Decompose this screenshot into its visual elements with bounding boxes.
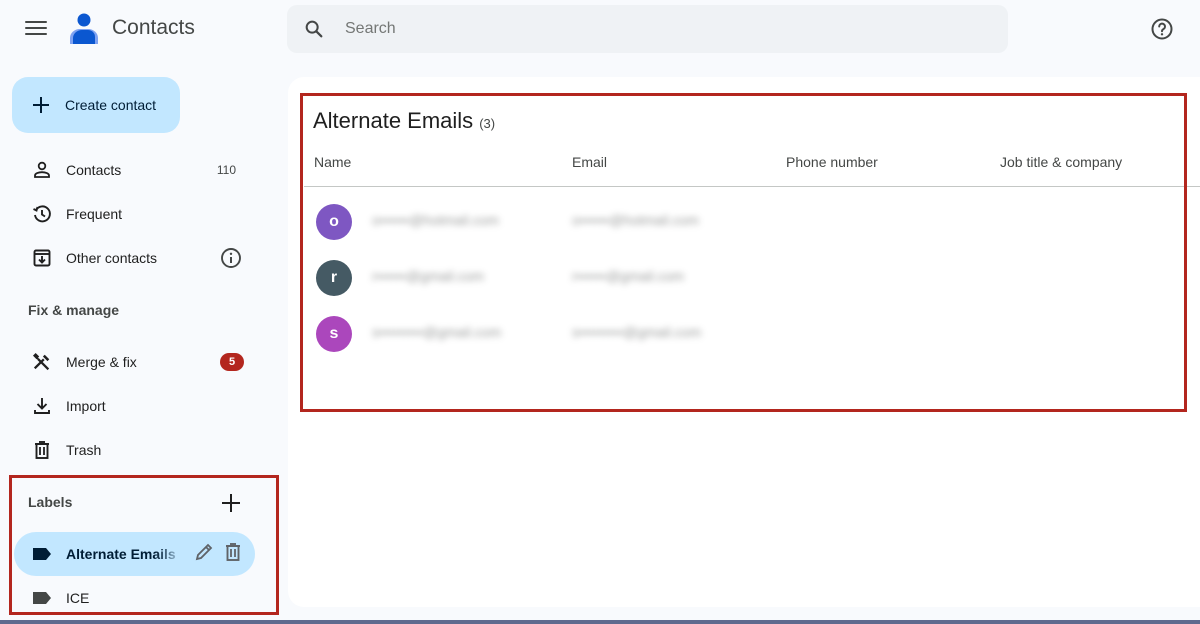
sidebar-item-label: Contacts [66, 162, 122, 178]
help-icon[interactable] [1150, 17, 1174, 41]
label-count: (3) [479, 116, 496, 131]
sidebar-item-label: Merge & fix [66, 354, 137, 370]
column-header-job[interactable]: Job title & company [1000, 154, 1122, 170]
contact-name: r••••••@gmail.com [372, 268, 485, 284]
tools-icon [32, 352, 52, 372]
sidebar-label-alternate-emails[interactable]: Alternate Emails [14, 532, 255, 576]
avatar: o [316, 204, 352, 240]
contact-name: s•••••••••@gmail.com [372, 324, 502, 340]
sidebar-item-label: Frequent [66, 206, 123, 222]
avatar: s [316, 316, 352, 352]
sidebar-label-name: Alternate Emails [66, 546, 178, 562]
main-menu-button[interactable] [22, 17, 50, 41]
history-icon [32, 204, 52, 224]
column-header-phone[interactable]: Phone number [786, 154, 878, 170]
fix-manage-heading: Fix & manage [28, 302, 120, 318]
column-header-email[interactable]: Email [572, 154, 607, 170]
avatar: r [316, 260, 352, 296]
column-header-name[interactable]: Name [314, 154, 351, 170]
search-input[interactable] [345, 5, 985, 53]
sidebar-label-name: ICE [66, 590, 90, 606]
info-icon[interactable] [220, 247, 242, 269]
contact-email: o••••••@hotmail.com [572, 212, 699, 228]
sidebar-item-import[interactable]: Import [12, 386, 256, 426]
sidebar-item-label: Import [66, 398, 106, 414]
header-divider [304, 186, 1200, 187]
create-contact-label: Create contact [65, 97, 157, 113]
person-icon [32, 160, 52, 180]
search-icon[interactable] [303, 18, 325, 40]
edit-label-icon[interactable] [194, 542, 214, 562]
taskbar-edge [0, 620, 1200, 624]
contact-row[interactable]: o o••••••@hotmail.com o••••••@hotmail.co… [304, 194, 1184, 250]
label-icon [32, 544, 52, 564]
sidebar-item-label: Trash [66, 442, 102, 458]
labels-heading: Labels [28, 494, 73, 510]
contact-name: o••••••@hotmail.com [372, 212, 499, 228]
sidebar-item-other-contacts[interactable]: Other contacts [12, 238, 256, 278]
contact-row[interactable]: r r••••••@gmail.com r••••••@gmail.com [304, 250, 1184, 306]
sidebar-item-frequent[interactable]: Frequent [12, 194, 256, 234]
app-title: Contacts [112, 16, 195, 39]
hamburger-line [25, 21, 47, 23]
plus-icon [33, 97, 49, 113]
create-contact-button[interactable]: Create contact [12, 77, 180, 133]
contact-email: s•••••••••@gmail.com [572, 324, 702, 340]
archive-download-icon [32, 248, 52, 268]
page-title: Alternate Emails (3) [313, 108, 495, 134]
hamburger-line [25, 27, 47, 29]
main-content: Alternate Emails (3) Name Email Phone num… [288, 77, 1200, 607]
contacts-logo-icon [68, 12, 100, 46]
contact-email: r••••••@gmail.com [572, 268, 685, 284]
hamburger-line [25, 33, 47, 35]
delete-label-icon[interactable] [223, 542, 243, 562]
top-bar: Contacts [0, 0, 1200, 58]
sidebar-item-merge-fix[interactable]: Merge & fix 5 [12, 342, 256, 382]
search-bar[interactable] [287, 5, 1008, 53]
add-label-icon[interactable] [220, 492, 242, 514]
contact-row[interactable]: s s•••••••••@gmail.com s•••••••••@gmail.… [304, 306, 1184, 362]
merge-fix-badge: 5 [220, 353, 244, 371]
sidebar-item-trash[interactable]: Trash [12, 430, 256, 470]
sidebar-item-contacts[interactable]: Contacts 110 [12, 150, 256, 190]
label-title: Alternate Emails [313, 108, 474, 133]
label-icon [32, 588, 52, 608]
contacts-count: 110 [216, 163, 236, 177]
sidebar-item-label: Other contacts [66, 250, 158, 266]
sidebar-label-ice[interactable]: ICE [14, 578, 258, 618]
trash-icon [32, 440, 52, 460]
download-icon [32, 396, 52, 416]
